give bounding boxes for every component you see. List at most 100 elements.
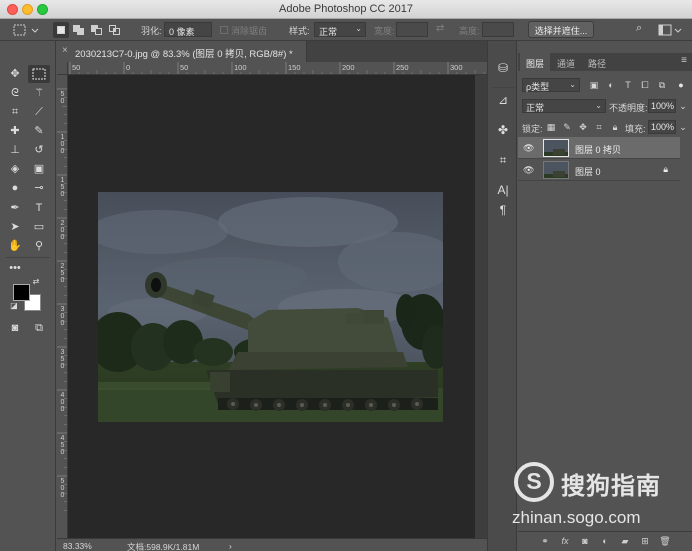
chevron-down-icon: ⌄ bbox=[569, 80, 576, 89]
layer-row[interactable]: 👁︎ 图层 0 拷贝 bbox=[518, 137, 680, 159]
blend-mode-select[interactable]: 正常 ⌄ bbox=[522, 99, 606, 113]
ruler-origin[interactable] bbox=[57, 62, 68, 75]
vertical-scrollbar[interactable] bbox=[475, 75, 487, 538]
filter-type-icon[interactable]: T bbox=[622, 79, 634, 91]
default-colors-icon[interactable]: ◪ bbox=[8, 301, 20, 311]
tab-layers[interactable]: 图层 bbox=[520, 53, 550, 71]
layer-row[interactable]: 👁︎ 图层 0 🔒︎ bbox=[518, 159, 680, 181]
ruler-h-label: 300 bbox=[450, 63, 463, 72]
eraser-icon[interactable]: ◈ bbox=[4, 160, 26, 178]
link-layers-icon[interactable]: ⚭ bbox=[538, 536, 552, 548]
new-group-icon[interactable]: ▰ bbox=[618, 536, 632, 548]
blend-mode-value: 正常 bbox=[526, 103, 545, 113]
screen-mode-icon[interactable]: ⧉ bbox=[28, 319, 50, 337]
pen-icon[interactable]: ✒ bbox=[4, 199, 26, 217]
gradient-icon[interactable]: ▣ bbox=[28, 160, 50, 178]
intersect-selection-button[interactable] bbox=[107, 22, 123, 38]
filter-pixel-icon[interactable]: ▣ bbox=[588, 79, 600, 91]
fill-chevron-icon[interactable]: ⌄ bbox=[677, 121, 689, 133]
crop-icon[interactable]: ⌗ bbox=[4, 103, 26, 121]
swap-colors-icon[interactable]: ⇄ bbox=[30, 277, 42, 287]
ruler-v-label: 400 bbox=[60, 392, 65, 413]
crop-panel-icon[interactable]: ⌗ bbox=[492, 151, 514, 169]
adjustment-layer-icon[interactable]: ◐ bbox=[598, 536, 612, 548]
tool-preset-picker[interactable] bbox=[10, 22, 40, 38]
document-tab[interactable]: × 2030213C7-0.jpg @ 83.3% (图层 0 拷贝, RGB/… bbox=[57, 41, 307, 62]
marquee-icon[interactable] bbox=[28, 65, 50, 83]
lock-all-icon[interactable]: 🔒︎ bbox=[609, 121, 621, 133]
antialias-checkbox[interactable] bbox=[220, 26, 228, 34]
subtract-selection-button[interactable] bbox=[89, 22, 105, 38]
paragraph-icon[interactable]: ¶ bbox=[492, 201, 514, 219]
layer-style-fx-icon[interactable]: fx bbox=[558, 536, 572, 548]
canvas-image[interactable] bbox=[98, 192, 443, 422]
select-and-mask-button[interactable]: 选择并遮住... bbox=[528, 21, 594, 38]
fill-input[interactable]: 100% bbox=[648, 120, 676, 134]
new-selection-button[interactable] bbox=[53, 22, 69, 38]
zoom-level-field[interactable]: 83.33% bbox=[63, 541, 92, 551]
type-icon[interactable]: T bbox=[28, 199, 50, 217]
ruler-v-label: 100 bbox=[60, 134, 65, 155]
lasso-icon[interactable]: ᘓ bbox=[4, 84, 26, 102]
quick-mask-icon[interactable]: ◙ bbox=[4, 319, 26, 337]
filter-smart-object-icon[interactable]: ⧉ bbox=[656, 79, 668, 91]
filter-shape-icon[interactable]: ⧠ bbox=[639, 79, 651, 91]
libraries-icon[interactable]: ⛁ bbox=[492, 59, 514, 77]
horizontal-ruler[interactable]: 50 0 50 100 150 200 250 300 bbox=[68, 62, 487, 75]
opacity-input[interactable]: 100% bbox=[648, 99, 676, 113]
opacity-chevron-icon[interactable]: ⌄ bbox=[677, 100, 689, 112]
zoom-icon[interactable]: ⚲ bbox=[28, 237, 50, 255]
history-brush-icon[interactable]: ↺ bbox=[28, 141, 50, 159]
lock-transparent-icon[interactable]: ▦ bbox=[545, 121, 557, 133]
search-icon[interactable]: ⌕ bbox=[636, 22, 642, 35]
eyedropper-icon[interactable]: ⟋ bbox=[28, 103, 50, 121]
panel-menu-icon[interactable]: ≡ bbox=[681, 55, 687, 66]
ruler-h-label: 50 bbox=[180, 63, 189, 72]
adjustments-icon[interactable]: ✤ bbox=[492, 121, 514, 139]
healing-brush-icon[interactable]: ✚ bbox=[4, 122, 26, 140]
close-icon[interactable]: × bbox=[62, 45, 68, 56]
layer-filter-row: ρ类型 ⌄ ▣ ◐ T ⧠ ⧉ ● bbox=[518, 76, 692, 94]
add-to-selection-button[interactable] bbox=[71, 22, 87, 38]
document-size-info[interactable]: 文档:598.9K/1.81M bbox=[127, 541, 199, 551]
ruler-v-label: 250 bbox=[60, 263, 65, 284]
add-mask-icon[interactable]: ◙ bbox=[578, 536, 592, 548]
strip-divider bbox=[491, 87, 515, 88]
visibility-eye-icon[interactable]: 👁︎ bbox=[523, 165, 534, 176]
properties-icon[interactable]: ⊿ bbox=[492, 91, 514, 109]
rectangle-icon[interactable]: ▭ bbox=[28, 218, 50, 236]
title-bar: Adobe Photoshop CC 2017 bbox=[0, 0, 692, 19]
magic-wand-icon[interactable]: ⚚ bbox=[28, 84, 50, 102]
swap-dimensions-icon[interactable]: ⇄ bbox=[436, 23, 444, 34]
ruler-h-label: 0 bbox=[126, 63, 131, 72]
tab-channels[interactable]: 通道 bbox=[551, 53, 581, 71]
workspace-switcher[interactable] bbox=[656, 22, 682, 38]
filter-toggle-icon[interactable]: ● bbox=[675, 79, 687, 91]
height-input[interactable] bbox=[482, 22, 514, 37]
status-menu-arrow-icon[interactable]: › bbox=[229, 541, 232, 551]
brush-icon[interactable]: ✎ bbox=[28, 122, 50, 140]
delete-layer-icon[interactable]: 🗑︎ bbox=[658, 536, 672, 548]
filter-adjustment-icon[interactable]: ◐ bbox=[605, 79, 617, 91]
lock-position-icon[interactable]: ✥ bbox=[577, 121, 589, 133]
style-select[interactable]: 正常 ⌄ bbox=[314, 22, 366, 37]
blur-icon[interactable]: ● bbox=[4, 179, 26, 197]
visibility-eye-icon[interactable]: 👁︎ bbox=[523, 143, 534, 154]
vertical-ruler[interactable]: 50 100 150 200 250 300 350 400 450 500 bbox=[57, 75, 68, 538]
clone-stamp-icon[interactable]: ⊥ bbox=[4, 141, 26, 159]
more-tools-icon[interactable]: ••• bbox=[4, 259, 26, 277]
feather-label: 羽化: bbox=[141, 26, 162, 36]
feather-input[interactable]: 0 像素 bbox=[164, 22, 212, 37]
hand-icon[interactable]: ✋ bbox=[4, 237, 26, 255]
path-select-icon[interactable]: ➤ bbox=[4, 218, 26, 236]
foreground-color-swatch[interactable] bbox=[13, 284, 30, 301]
character-icon[interactable]: A| bbox=[492, 181, 514, 199]
lock-artboard-icon[interactable]: ⌗ bbox=[593, 121, 605, 133]
tab-paths[interactable]: 路径 bbox=[582, 53, 612, 71]
width-input[interactable] bbox=[396, 22, 428, 37]
layer-filter-kind-select[interactable]: ρ类型 ⌄ bbox=[522, 78, 580, 92]
lock-pixels-icon[interactable]: ✎ bbox=[561, 121, 573, 133]
move-icon[interactable]: ✥ bbox=[4, 65, 26, 83]
dodge-icon[interactable]: ⊸ bbox=[28, 179, 50, 197]
new-layer-icon[interactable]: ⊞ bbox=[638, 536, 652, 548]
